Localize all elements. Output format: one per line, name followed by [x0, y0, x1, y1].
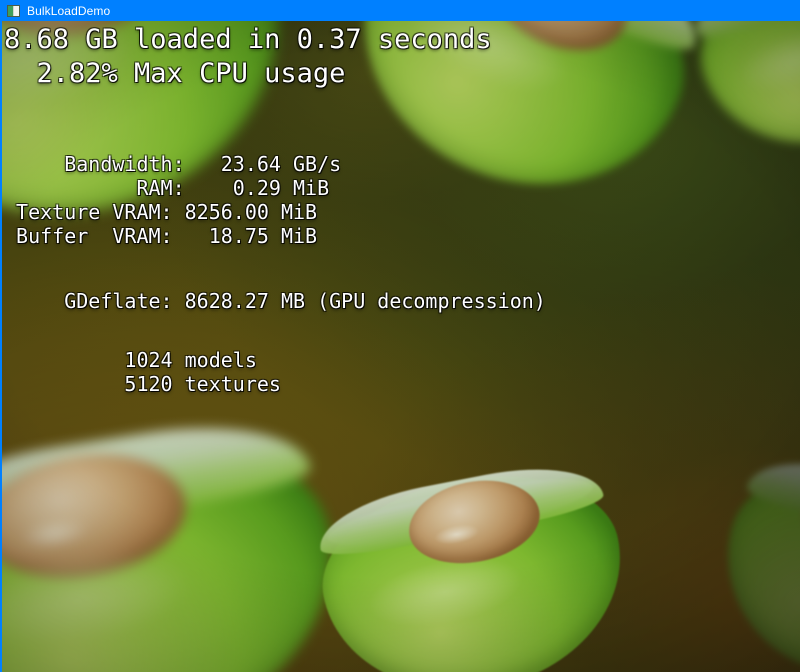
- title-bar[interactable]: BulkLoadDemo: [0, 0, 800, 21]
- window-title: BulkLoadDemo: [27, 3, 111, 18]
- render-viewport[interactable]: 8.68 GB loaded in 0.37 seconds 2.82% Max…: [2, 21, 800, 672]
- window-left-border: [0, 21, 2, 672]
- app-window: BulkLoadDemo 8.68 GB loaded in 0.37 seco…: [0, 0, 800, 672]
- app-icon-right-pane: [14, 5, 19, 16]
- app-window-icon: [7, 4, 20, 17]
- scene-vignette: [2, 21, 800, 672]
